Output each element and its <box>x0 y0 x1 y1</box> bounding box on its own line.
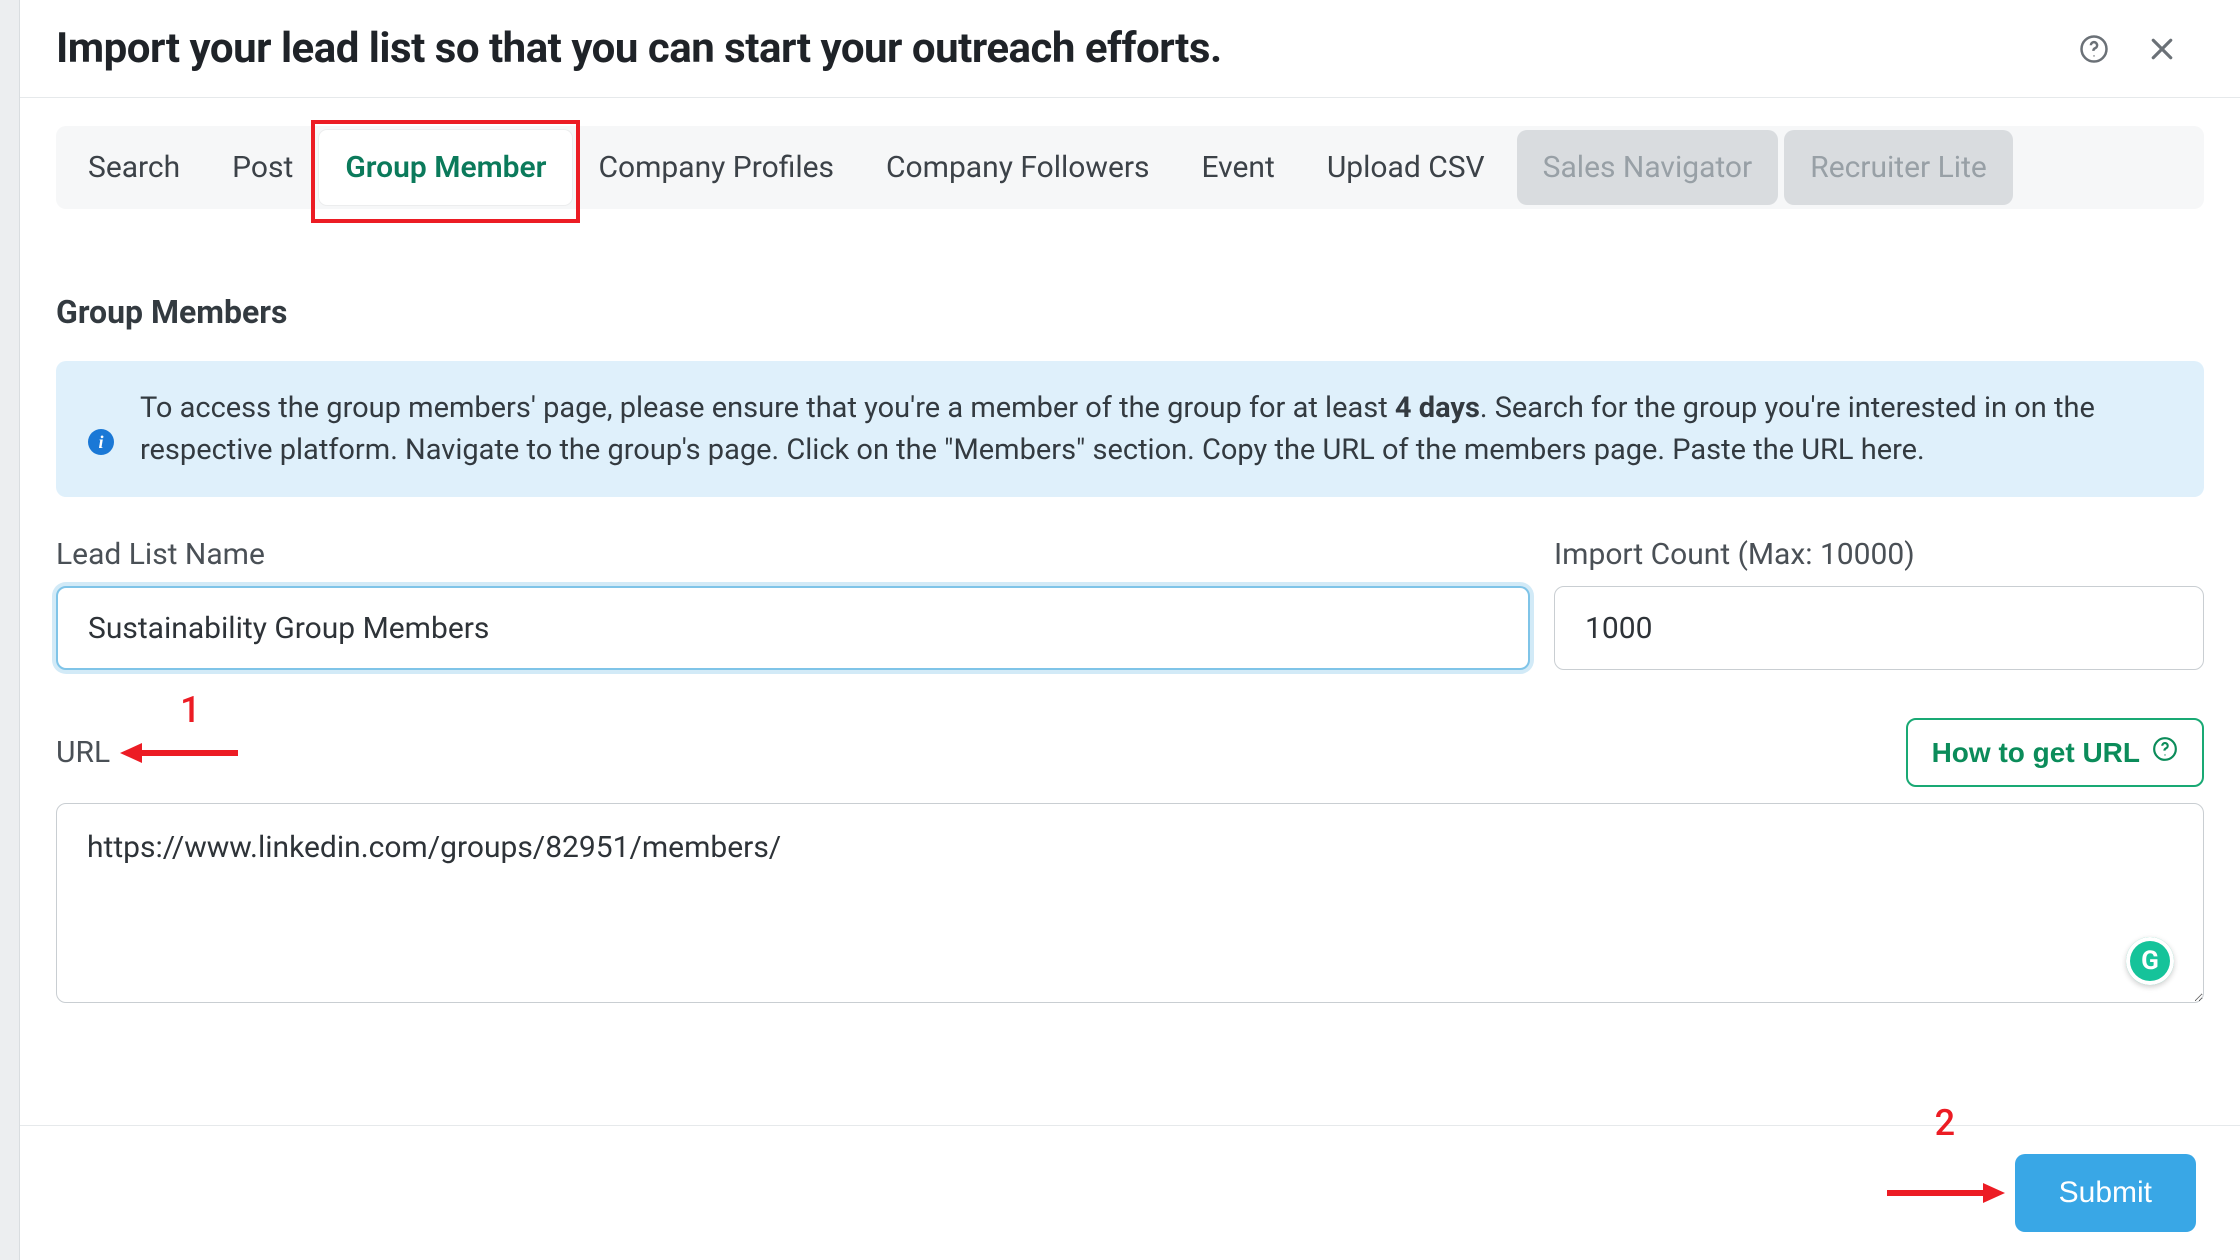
tab-recruiter-lite[interactable]: Recruiter Lite <box>1784 130 2013 205</box>
how-to-get-url-label: How to get URL <box>1932 737 2140 769</box>
header-actions <box>2072 27 2184 71</box>
form-row-name-count: Lead List Name Import Count (Max: 10000) <box>56 537 2204 670</box>
tab-upload-csv[interactable]: Upload CSV <box>1301 130 1511 205</box>
info-text-before: To access the group members' page, pleas… <box>140 391 1395 425</box>
section-title: Group Members <box>56 293 2204 331</box>
tab-company-followers[interactable]: Company Followers <box>860 130 1176 205</box>
import-count-input[interactable] <box>1554 586 2204 670</box>
import-leads-modal: Import your lead list so that you can st… <box>20 0 2240 1260</box>
tab-group-member[interactable]: Group Member <box>319 130 572 205</box>
url-input[interactable] <box>56 803 2204 1003</box>
import-count-label: Import Count (Max: 10000) <box>1554 537 2204 572</box>
import-count-field: Import Count (Max: 10000) <box>1554 537 2204 670</box>
modal-header: Import your lead list so that you can st… <box>20 0 2240 98</box>
modal-body: Search Post Group Member Company Profile… <box>20 98 2240 1125</box>
help-icon[interactable] <box>2072 27 2116 71</box>
info-banner: i To access the group members' page, ple… <box>56 361 2204 497</box>
url-label: URL <box>56 735 110 770</box>
lead-list-name-label: Lead List Name <box>56 537 1530 572</box>
how-to-get-url-button[interactable]: How to get URL <box>1906 718 2204 787</box>
source-tabs: Search Post Group Member Company Profile… <box>56 126 2204 209</box>
modal-title: Import your lead list so that you can st… <box>56 24 1222 73</box>
background-sidebar-sliver <box>0 0 20 1260</box>
modal-footer: Submit <box>20 1125 2240 1260</box>
help-circle-icon <box>2152 736 2178 769</box>
lead-list-name-input[interactable] <box>56 586 1530 670</box>
tab-sales-navigator[interactable]: Sales Navigator <box>1517 130 1779 205</box>
submit-button[interactable]: Submit <box>2015 1154 2196 1232</box>
tab-event[interactable]: Event <box>1176 130 1301 205</box>
tab-search[interactable]: Search <box>62 130 206 205</box>
info-icon: i <box>88 429 114 455</box>
tab-company-profiles[interactable]: Company Profiles <box>572 130 860 205</box>
lead-list-name-field: Lead List Name <box>56 537 1530 670</box>
tab-post[interactable]: Post <box>206 130 319 205</box>
url-textarea-wrap: G <box>56 787 2204 1007</box>
grammarly-icon[interactable]: G <box>2126 937 2174 985</box>
close-icon[interactable] <box>2140 27 2184 71</box>
info-text-bold: 4 days <box>1395 391 1480 425</box>
url-row: URL How to get URL <box>56 718 2204 787</box>
